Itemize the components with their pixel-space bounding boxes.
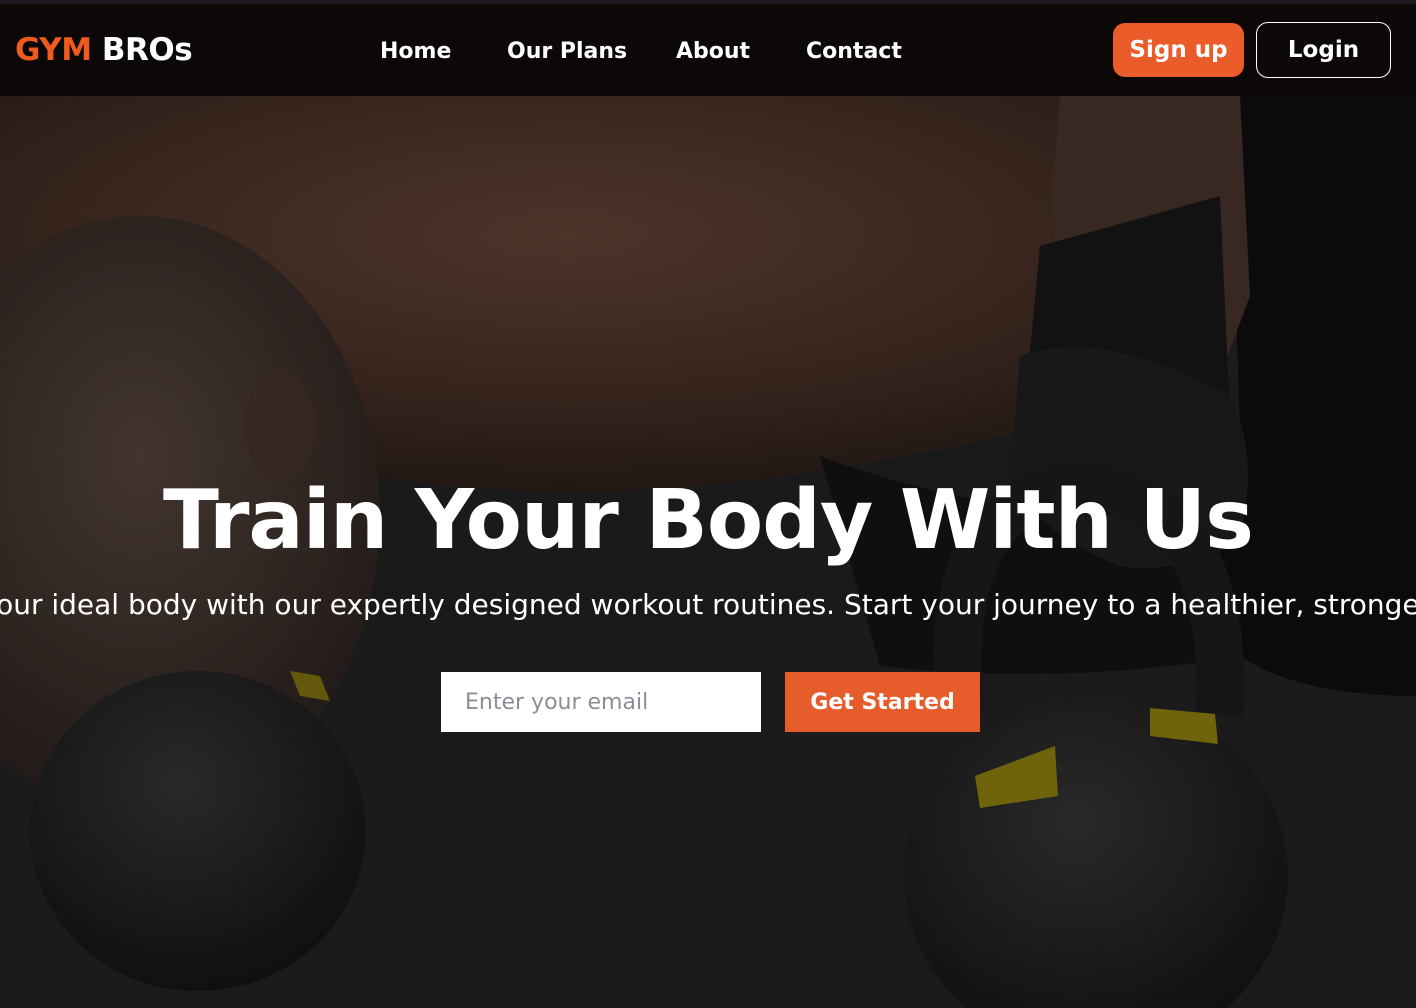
nav-link-our-plans[interactable]: Our Plans xyxy=(507,37,627,67)
nav-link-contact[interactable]: Contact xyxy=(806,37,902,67)
get-started-button[interactable]: Get Started xyxy=(785,672,980,732)
signup-button[interactable]: Sign up xyxy=(1113,23,1244,77)
navbar: GYM BROs Home Our Plans About Contact Si… xyxy=(0,4,1416,96)
hero-section: Train Your Body With Us Achieve your ide… xyxy=(0,96,1416,1008)
hero-subtitle: Achieve your ideal body with our expertl… xyxy=(0,588,1416,621)
nav-link-home[interactable]: Home xyxy=(380,37,451,67)
email-input[interactable] xyxy=(441,672,761,732)
nav-link-about[interactable]: About xyxy=(676,37,750,67)
login-button[interactable]: Login xyxy=(1256,22,1391,78)
hero-title: Train Your Body With Us xyxy=(163,473,1254,568)
